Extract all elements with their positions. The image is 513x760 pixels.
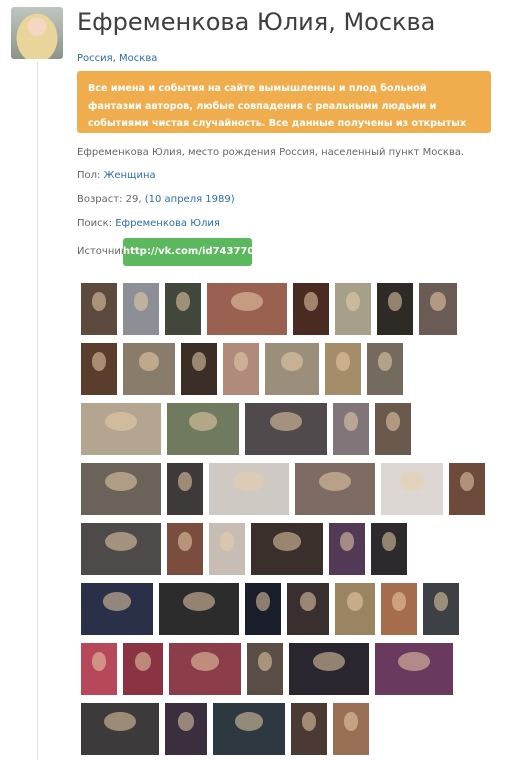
gallery-photo[interactable] [247,643,283,695]
gallery-photo[interactable] [377,283,413,335]
gallery-photo[interactable] [167,403,239,455]
gallery-photo[interactable] [335,583,375,635]
breadcrumb-separator: , [112,53,116,64]
gender-link[interactable]: Женщина [104,170,156,181]
age-row: Возраст: 29, (10 апреля 1989) [77,194,235,205]
gallery-photo[interactable] [169,643,241,695]
gallery-photo[interactable] [167,523,203,575]
gallery-photo[interactable] [81,643,117,695]
gallery-photo[interactable] [335,283,371,335]
gallery-photo[interactable] [223,343,259,395]
gallery-photo[interactable] [449,463,485,515]
gallery-photo[interactable] [291,703,327,755]
gallery-photo[interactable] [81,703,159,755]
gallery-photo[interactable] [209,523,245,575]
gallery-photo[interactable] [123,283,159,335]
gallery-photo[interactable] [375,643,453,695]
city-link[interactable]: Москва [119,53,157,64]
country-link[interactable]: Россия [77,53,113,64]
page-title: Ефременкова Юлия, Москва [77,8,436,36]
gallery-photo[interactable] [289,643,369,695]
search-label: Поиск: [77,218,113,229]
gallery-photo[interactable] [165,283,201,335]
profile-avatar[interactable] [11,7,63,59]
gallery-photo[interactable] [123,643,163,695]
gallery-photo[interactable] [367,343,403,395]
gallery-photo[interactable] [419,283,457,335]
gallery-photo[interactable] [81,463,161,515]
gallery-photo[interactable] [159,583,239,635]
gallery-photo[interactable] [167,463,203,515]
gallery-photo[interactable] [207,283,287,335]
gallery-photo[interactable] [333,403,369,455]
gallery-photo[interactable] [375,403,411,455]
profile-description: Ефременкова Юлия, место рождения Россия,… [77,147,465,158]
gallery-photo[interactable] [81,583,153,635]
gallery-photo[interactable] [165,703,207,755]
age-label: Возраст: 29, [77,194,142,205]
gender-row: Пол: Женщина [77,170,156,181]
gallery-photo[interactable] [287,583,329,635]
gallery-photo[interactable] [329,523,365,575]
timeline-line [37,62,38,760]
gallery-photo[interactable] [251,523,323,575]
gallery-photo[interactable] [295,463,375,515]
location-breadcrumb: Россия, Москва [77,53,157,64]
gender-label: Пол: [77,170,101,181]
search-link[interactable]: Ефременкова Юлия [115,218,220,229]
search-row: Поиск: Ефременкова Юлия [77,218,220,229]
gallery-photo[interactable] [325,343,361,395]
gallery-photo[interactable] [181,343,217,395]
gallery-photo[interactable] [265,343,319,395]
gallery-photo[interactable] [213,703,285,755]
gallery-photo[interactable] [81,523,161,575]
gallery-photo[interactable] [333,703,369,755]
disclaimer-alert: Все имена и события на сайте вымышленны … [77,71,491,147]
gallery-photo[interactable] [245,583,281,635]
gallery-photo[interactable] [381,583,417,635]
birth-date-link[interactable]: (10 апреля 1989) [145,194,235,205]
gallery-photo[interactable] [81,403,161,455]
gallery-photo[interactable] [293,283,329,335]
gallery-photo[interactable] [381,463,443,515]
gallery-photo[interactable] [423,583,459,635]
source-link-button[interactable]: http://vk.com/id743770 [123,238,254,266]
gallery-photo[interactable] [245,403,327,455]
gallery-photo[interactable] [123,343,175,395]
gallery-photo[interactable] [209,463,289,515]
gallery-photo[interactable] [81,283,117,335]
gallery-photo[interactable] [371,523,407,575]
gallery-photo[interactable] [81,343,117,395]
